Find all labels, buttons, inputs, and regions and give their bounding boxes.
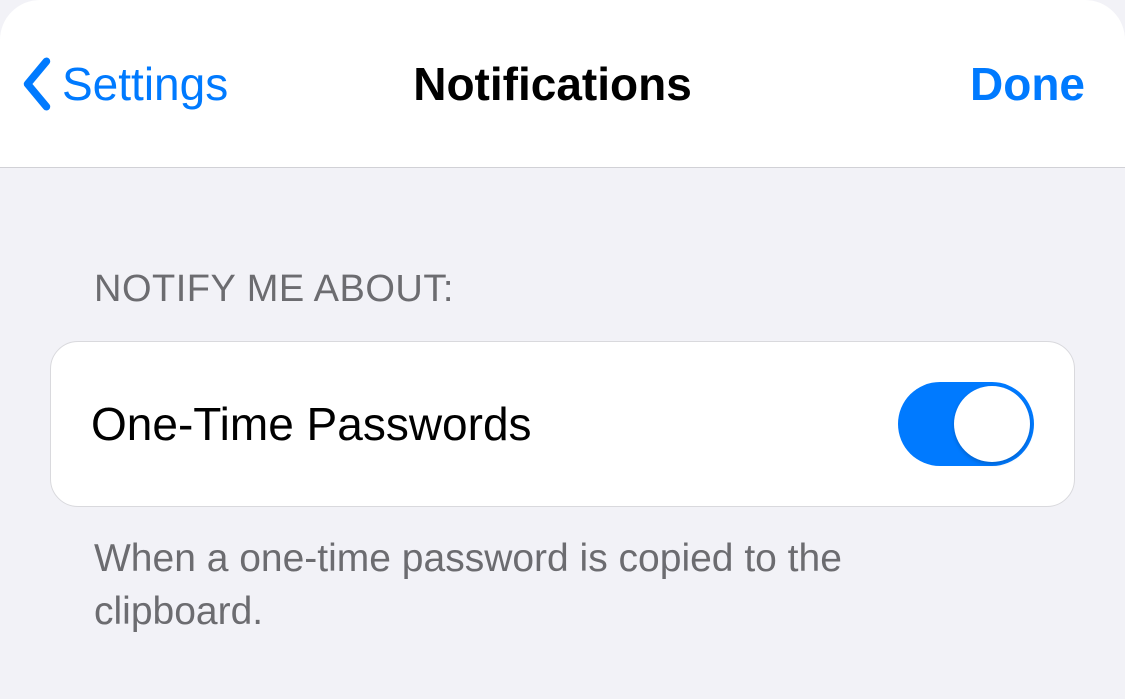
back-label: Settings [62, 57, 228, 111]
chevron-left-icon [20, 57, 54, 111]
section-header: Notify me about: [50, 268, 1075, 311]
toggle-knob [954, 386, 1030, 462]
section-footer: When a one-time password is copied to th… [50, 533, 950, 638]
content-area: Notify me about: One-Time Passwords When… [0, 268, 1125, 638]
back-button[interactable]: Settings [20, 57, 270, 111]
navigation-bar: Settings Notifications Done [0, 0, 1125, 168]
row-label: One-Time Passwords [91, 397, 532, 451]
page-title: Notifications [270, 57, 835, 111]
one-time-passwords-toggle[interactable] [898, 382, 1034, 466]
done-button[interactable]: Done [970, 57, 1085, 111]
list-row-one-time-passwords: One-Time Passwords [50, 341, 1075, 507]
